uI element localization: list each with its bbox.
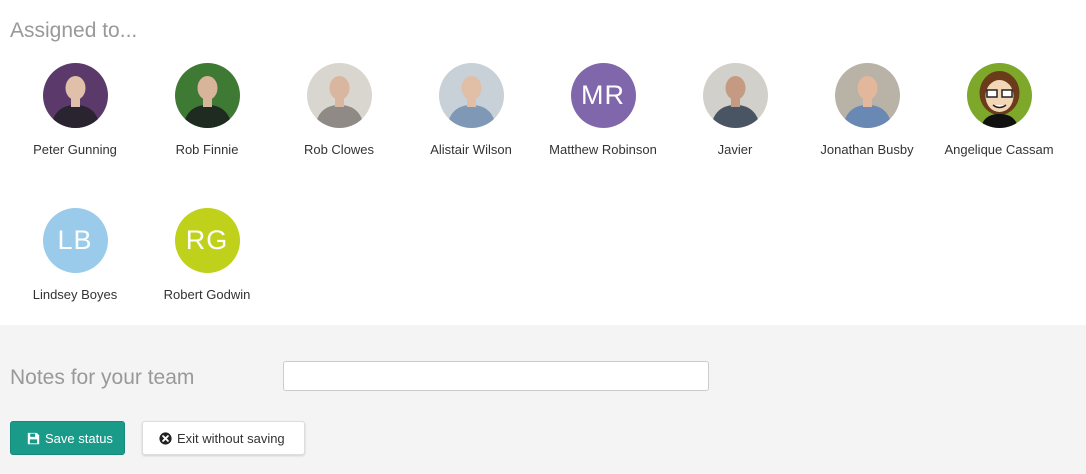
avatar — [42, 63, 108, 128]
person-name: Robert Godwin — [163, 287, 251, 302]
avatar — [966, 63, 1032, 128]
close-circle-icon — [158, 431, 172, 445]
person-card[interactable]: Rob Clowes — [273, 63, 405, 208]
avatar — [306, 63, 372, 128]
exit-without-saving-button[interactable]: Exit without saving — [142, 421, 305, 455]
assigned-title: Assigned to... — [10, 19, 138, 42]
person-card[interactable]: Alistair Wilson — [405, 63, 537, 208]
person-card[interactable]: MR Matthew Robinson — [537, 63, 669, 208]
person-card[interactable]: Rob Finnie — [141, 63, 273, 208]
avatar — [702, 63, 768, 128]
person-name: Angelique Cassam — [944, 142, 1054, 157]
avatar-initials: LB — [57, 225, 93, 255]
avatar: RG — [174, 208, 240, 273]
save-status-button[interactable]: Save status — [10, 421, 125, 455]
status-page: Assigned to... Peter Gunning Rob Finnie Ro… — [0, 0, 1086, 474]
avatar — [174, 63, 240, 128]
person-card[interactable]: Peter Gunning — [9, 63, 141, 208]
person-name: Matthew Robinson — [549, 142, 657, 157]
person-name: Peter Gunning — [33, 142, 117, 157]
assigned-section: Assigned to... Peter Gunning Rob Finnie Ro… — [0, 0, 1086, 325]
person-card[interactable]: Jonathan Busby — [801, 63, 933, 208]
person-name: Alistair Wilson — [430, 142, 512, 157]
notes-section: Notes for your team Save status Exit wit… — [0, 325, 1086, 474]
notes-input[interactable] — [283, 361, 709, 391]
person-card[interactable]: Angelique Cassam — [933, 63, 1065, 208]
people-grid: Peter Gunning Rob Finnie Rob Clowes Alistai… — [9, 63, 1069, 353]
person-card[interactable]: Javier — [669, 63, 801, 208]
person-name: Javier — [717, 142, 753, 157]
notes-label: Notes for your team — [10, 366, 195, 389]
avatar-initials: MR — [581, 80, 625, 110]
person-name: Rob Finnie — [175, 142, 239, 157]
avatar — [834, 63, 900, 128]
person-name: Jonathan Busby — [820, 142, 914, 157]
person-name: Lindsey Boyes — [32, 287, 118, 302]
person-name: Rob Clowes — [303, 142, 375, 157]
avatar — [438, 63, 504, 128]
avatar: MR — [570, 63, 636, 128]
save-status-label: Save status — [45, 430, 113, 446]
floppy-disk-icon — [26, 431, 40, 445]
exit-without-saving-label: Exit without saving — [177, 430, 285, 446]
avatar-initials: RG — [185, 225, 229, 255]
avatar: LB — [42, 208, 108, 273]
